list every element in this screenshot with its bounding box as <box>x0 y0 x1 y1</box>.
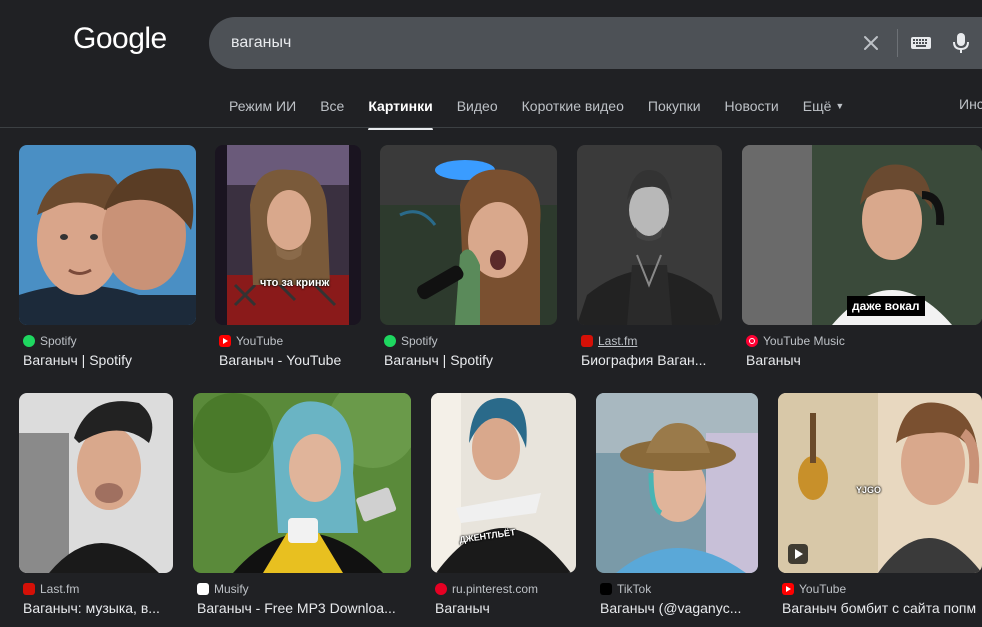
result-thumbnail[interactable] <box>193 393 411 573</box>
source-name: YouTube Music <box>763 334 845 348</box>
tab-label: Короткие видео <box>521 98 624 114</box>
result-title[interactable]: Ваганыч <box>435 600 575 616</box>
result-title[interactable]: Биография Ваган... <box>581 352 719 368</box>
tab-ai-mode[interactable]: Режим ИИ <box>229 96 296 128</box>
result-thumbnail[interactable]: ДЖЕНТЛЬЁТ <box>431 393 576 573</box>
tab-label: Новости <box>724 98 779 114</box>
source-name: YouTube <box>236 334 284 348</box>
play-icon <box>788 544 808 564</box>
lastfm-icon <box>581 335 593 347</box>
tab-news[interactable]: Новости <box>725 96 779 128</box>
microphone-icon[interactable] <box>949 30 973 56</box>
tab-shopping[interactable]: Покупки <box>648 96 701 128</box>
musify-icon <box>197 583 209 595</box>
image-result[interactable]: Spotify Ваганыч | Spotify <box>19 145 196 375</box>
result-source[interactable]: Last.fm <box>23 582 79 596</box>
video-caption: даже вокал <box>847 296 925 316</box>
result-thumbnail[interactable]: что за кринж <box>215 145 361 325</box>
video-caption: что за кринж <box>260 277 330 289</box>
source-name: Spotify <box>401 334 438 348</box>
result-source[interactable]: ru.pinterest.com <box>435 582 538 596</box>
result-source[interactable]: YouTube <box>219 334 283 348</box>
google-logo[interactable]: Google <box>73 22 167 56</box>
result-thumbnail[interactable]: даже вокал <box>742 145 982 325</box>
search-input[interactable] <box>231 17 831 69</box>
result-title[interactable]: Ваганыч (@vaganyc... <box>600 600 755 616</box>
tab-more[interactable]: Ещё ▼ <box>803 96 845 128</box>
keyboard-icon[interactable] <box>909 31 933 55</box>
source-name: Last.fm <box>40 582 80 596</box>
result-source[interactable]: YouTube <box>782 582 846 596</box>
sign-text: YJGO <box>856 485 882 495</box>
result-source[interactable]: Musify <box>197 582 249 596</box>
tab-short-videos[interactable]: Короткие видео <box>522 96 624 128</box>
result-source[interactable]: Last.fm <box>581 334 637 348</box>
source-name: TikTok <box>617 582 652 596</box>
result-thumbnail[interactable] <box>19 145 196 325</box>
tab-images[interactable]: Картинки <box>368 96 434 130</box>
result-title[interactable]: Ваганыч | Spotify <box>384 352 554 368</box>
tab-tools[interactable]: Инс <box>959 96 982 112</box>
tab-label: Картинки <box>368 98 433 114</box>
image-result[interactable]: Musify Ваганыч - Free MP3 Downloa... <box>193 393 411 623</box>
image-result[interactable]: Last.fm Ваганыч: музыка, в... <box>19 393 173 623</box>
result-thumbnail[interactable]: YJGO <box>778 393 982 573</box>
result-thumbnail[interactable] <box>596 393 758 573</box>
lastfm-icon <box>23 583 35 595</box>
result-title[interactable]: Ваганыч | Spotify <box>23 352 193 368</box>
result-title[interactable]: Ваганыч: музыка, в... <box>23 600 171 616</box>
tab-label: Ещё <box>802 98 832 114</box>
result-source[interactable]: Spotify <box>384 334 438 348</box>
source-name: Last.fm <box>598 334 638 348</box>
result-title[interactable]: Ваганыч бомбит с сайта попм <box>782 600 982 616</box>
result-title[interactable]: Ваганыч - Free MP3 Downloa... <box>197 600 409 616</box>
result-thumbnail[interactable] <box>577 145 722 325</box>
search-tabs: Режим ИИ Все Картинки Видео Короткие вид… <box>229 96 868 130</box>
result-title[interactable]: Ваганыч - YouTube <box>219 352 359 368</box>
tab-label: Видео <box>456 98 498 114</box>
image-result[interactable]: YJGO YouTube Ваганыч бомбит с сайта попм <box>778 393 982 623</box>
result-title[interactable]: Ваганыч <box>746 352 976 368</box>
image-result[interactable]: Last.fm Биография Ваган... <box>577 145 722 375</box>
image-result[interactable]: что за кринж YouTube Ваганыч - YouTube <box>215 145 361 375</box>
tab-all[interactable]: Все <box>320 96 344 128</box>
pinterest-icon <box>435 583 447 595</box>
youtube-music-icon <box>746 335 758 347</box>
search-divider <box>897 29 898 57</box>
tab-video[interactable]: Видео <box>457 96 498 128</box>
source-name: Spotify <box>40 334 77 348</box>
result-source[interactable]: TikTok <box>600 582 651 596</box>
source-name: Musify <box>214 582 249 596</box>
spotify-icon <box>23 335 35 347</box>
source-name: YouTube <box>799 582 847 596</box>
result-source[interactable]: YouTube Music <box>746 334 845 348</box>
tab-label: Режим ИИ <box>229 98 297 114</box>
image-result[interactable]: ДЖЕНТЛЬЁТ ru.pinterest.com Ваганыч <box>431 393 576 623</box>
spotify-icon <box>384 335 396 347</box>
image-result[interactable]: Spotify Ваганыч | Spotify <box>380 145 557 375</box>
source-name: ru.pinterest.com <box>452 582 539 596</box>
result-thumbnail[interactable] <box>380 145 557 325</box>
tab-label: Все <box>320 98 345 114</box>
search-bar <box>209 17 982 69</box>
youtube-icon <box>782 583 794 595</box>
result-thumbnail[interactable] <box>19 393 173 573</box>
caret-down-icon: ▼ <box>835 101 845 111</box>
clear-icon[interactable] <box>859 31 883 55</box>
image-result[interactable]: даже вокал YouTube Music Ваганыч <box>742 145 982 375</box>
tab-label: Покупки <box>647 98 701 114</box>
header-divider <box>0 127 982 128</box>
image-result[interactable]: TikTok Ваганыч (@vaganyc... <box>596 393 758 623</box>
youtube-icon <box>219 335 231 347</box>
result-source[interactable]: Spotify <box>23 334 77 348</box>
tiktok-icon <box>600 583 612 595</box>
